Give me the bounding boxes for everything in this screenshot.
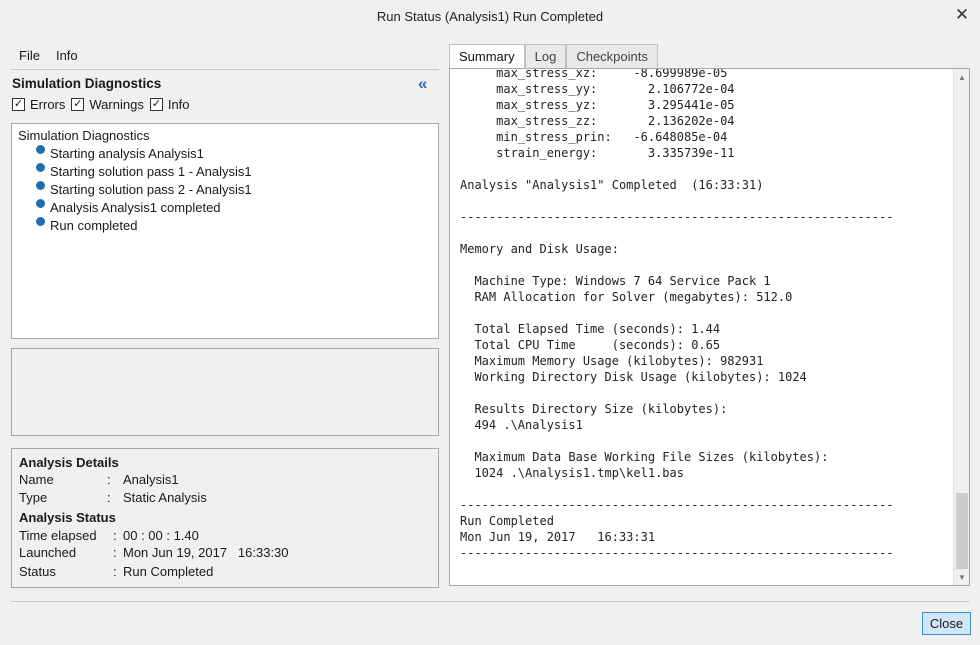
tab-checkpoints[interactable]: Checkpoints bbox=[566, 44, 658, 69]
tree-item-label: Starting analysis Analysis1 bbox=[50, 145, 204, 161]
info-bullet-icon bbox=[36, 162, 45, 172]
summary-log-panel[interactable]: max_stress_xz: -8.699989e-05 max_stress_… bbox=[449, 68, 970, 586]
errors-label: Errors bbox=[30, 97, 66, 112]
analysis-status-title: Analysis Status bbox=[19, 510, 116, 525]
detail-time-row: Time elapsed : 00 : 00 : 1.40 bbox=[19, 528, 199, 543]
menu-bar: File Info bbox=[11, 46, 439, 70]
warnings-label: Warnings bbox=[89, 97, 144, 112]
info-bullet-icon bbox=[36, 198, 45, 208]
tree-item[interactable]: Analysis Analysis1 completed bbox=[36, 198, 252, 216]
tree-item[interactable]: Starting solution pass 1 - Analysis1 bbox=[36, 162, 252, 180]
diagnostics-tree[interactable]: Simulation Diagnostics Starting analysis… bbox=[11, 123, 439, 339]
type-label: Type bbox=[19, 490, 48, 505]
message-detail-box bbox=[11, 348, 439, 436]
time-value: 00 : 00 : 1.40 bbox=[123, 528, 199, 543]
filter-info[interactable]: ✓ Info bbox=[149, 97, 190, 112]
diagnostics-title: Simulation Diagnostics bbox=[12, 76, 162, 91]
name-label: Name bbox=[19, 472, 54, 487]
separator: : bbox=[113, 564, 117, 579]
info-label: Info bbox=[167, 97, 190, 112]
name-value: Analysis1 bbox=[123, 472, 179, 487]
tree-items: Starting analysis Analysis1 Starting sol… bbox=[36, 144, 252, 234]
menu-file[interactable]: File bbox=[11, 46, 48, 69]
title-bar: Run Status (Analysis1) Run Completed ✕ bbox=[0, 0, 980, 33]
warnings-checkbox[interactable]: ✓ bbox=[71, 98, 85, 111]
tree-item[interactable]: Run completed bbox=[36, 216, 252, 234]
launched-label: Launched bbox=[19, 545, 77, 560]
info-bullet-icon bbox=[36, 180, 45, 190]
tree-item-label: Starting solution pass 2 - Analysis1 bbox=[50, 181, 252, 197]
tree-root-label[interactable]: Simulation Diagnostics bbox=[18, 128, 150, 143]
separator: : bbox=[113, 528, 117, 543]
info-bullet-icon bbox=[36, 216, 45, 226]
filter-errors[interactable]: ✓ Errors bbox=[12, 97, 65, 112]
tree-item-label: Starting solution pass 1 - Analysis1 bbox=[50, 163, 252, 179]
detail-status-row: Status : Run Completed bbox=[19, 564, 213, 579]
separator: : bbox=[113, 545, 117, 560]
window-title: Run Status (Analysis1) Run Completed bbox=[376, 9, 604, 24]
diagnostics-filters: ✓ Errors ✓ Warnings ✓ Info bbox=[12, 97, 196, 112]
info-bullet-icon bbox=[36, 144, 45, 154]
status-label: Status bbox=[19, 564, 56, 579]
scroll-thumb[interactable] bbox=[956, 493, 968, 569]
collapse-panel-icon[interactable]: « bbox=[418, 74, 427, 94]
footer-divider bbox=[11, 601, 970, 602]
separator: : bbox=[107, 490, 111, 505]
tree-item[interactable]: Starting solution pass 2 - Analysis1 bbox=[36, 180, 252, 198]
close-button[interactable]: Close bbox=[922, 612, 971, 635]
detail-type-row: Type : Static Analysis bbox=[19, 490, 207, 505]
separator: : bbox=[107, 472, 111, 487]
launched-value: Mon Jun 19, 2017 16:33:30 bbox=[123, 545, 289, 560]
analysis-details-title: Analysis Details bbox=[19, 455, 119, 470]
log-tabs: Summary Log Checkpoints bbox=[449, 44, 658, 70]
detail-name-row: Name : Analysis1 bbox=[19, 472, 179, 487]
analysis-details-panel: Analysis Details Name : Analysis1 Type :… bbox=[11, 448, 439, 588]
tab-summary[interactable]: Summary bbox=[449, 44, 525, 70]
vertical-scrollbar[interactable]: ▲ ▼ bbox=[953, 69, 969, 585]
tree-item-label: Analysis Analysis1 completed bbox=[50, 199, 221, 215]
detail-launched-row: Launched : Mon Jun 19, 2017 16:33:30 bbox=[19, 545, 289, 560]
filter-warnings[interactable]: ✓ Warnings bbox=[71, 97, 144, 112]
time-label: Time elapsed bbox=[19, 528, 97, 543]
type-value: Static Analysis bbox=[123, 490, 207, 505]
tab-log[interactable]: Log bbox=[524, 44, 567, 69]
menu-info[interactable]: Info bbox=[48, 46, 86, 69]
close-window-icon[interactable]: ✕ bbox=[952, 5, 972, 25]
tree-item-label: Run completed bbox=[50, 217, 138, 233]
summary-log-text: max_stress_xz: -8.699989e-05 max_stress_… bbox=[460, 68, 894, 560]
errors-checkbox[interactable]: ✓ bbox=[12, 98, 25, 111]
tree-item[interactable]: Starting analysis Analysis1 bbox=[36, 144, 252, 162]
scroll-down-arrow-icon[interactable]: ▼ bbox=[954, 569, 969, 585]
info-checkbox[interactable]: ✓ bbox=[149, 98, 163, 111]
status-value: Run Completed bbox=[123, 564, 214, 579]
scroll-up-arrow-icon[interactable]: ▲ bbox=[954, 69, 969, 85]
